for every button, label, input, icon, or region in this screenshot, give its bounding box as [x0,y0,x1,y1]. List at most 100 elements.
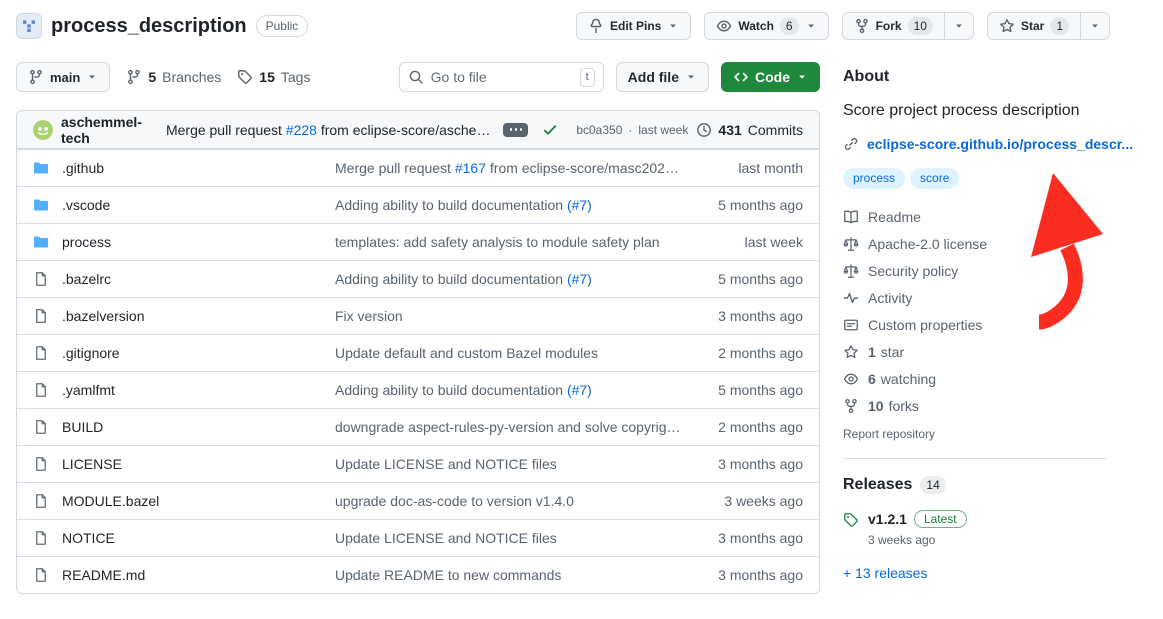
commit-message-cell[interactable]: Merge pull request #167 from eclipse-sco… [335,160,685,176]
caret-down-icon [1089,20,1101,32]
search-icon [408,69,424,85]
commit-message-cell[interactable]: Update README to new commands [335,567,685,583]
file-link[interactable]: .gitignore [62,345,120,361]
table-row[interactable]: .gitignore Update default and custom Baz… [17,334,819,371]
branch-selector[interactable]: main [16,62,110,92]
caret-down-icon [685,71,697,83]
about-description: Score project process description [843,100,1107,122]
releases-title[interactable]: Releases [843,476,912,494]
branches-count: 5 [148,69,156,85]
file-link[interactable]: MODULE.bazel [62,493,159,509]
commit-message-cell[interactable]: upgrade doc-as-code to version v1.4.0 [335,493,685,509]
commits-count: 431 [718,122,741,138]
fork-dropdown-button[interactable] [944,12,974,40]
file-link[interactable]: .bazelrc [62,271,111,287]
table-row[interactable]: .yamlfmt Adding ability to build documen… [17,371,819,408]
commit-meta: bc0a350 · last week [576,123,688,137]
watchers-link[interactable]: 6 watching [843,371,1107,387]
commit-message-cell[interactable]: Adding ability to build documentation (#… [335,382,685,398]
repo-avatar[interactable] [16,13,42,39]
commit-message-cell[interactable]: downgrade aspect-rules-py-version and so… [335,419,685,435]
custom-properties-link[interactable]: Custom properties [843,317,1107,333]
readme-link[interactable]: Readme [843,209,1107,225]
go-to-file-box[interactable]: t [399,62,604,92]
table-row[interactable]: process templates: add safety analysis t… [17,223,819,260]
table-row[interactable]: .bazelversion Fix version 3 months ago [17,297,819,334]
fork-button-group: Fork 10 [842,12,974,40]
table-row[interactable]: .github Merge pull request #167 from ecl… [17,149,819,186]
message-text: Fix version [335,308,403,324]
commits-history-link[interactable]: 431 Commits [696,122,803,138]
table-row[interactable]: LICENSE Update LICENSE and NOTICE files … [17,445,819,482]
branches-link[interactable]: 5 Branches [126,69,221,85]
website-link[interactable]: eclipse-score.github.io/process_descr... [867,136,1133,152]
tags-link[interactable]: 15 Tags [237,69,310,85]
commit-hash-link[interactable]: bc0a350 [576,123,622,137]
security-policy-link[interactable]: Security policy [843,263,1107,279]
commit-message-cell[interactable]: Adding ability to build documentation (#… [335,271,685,287]
repo-name[interactable]: process_description [51,15,247,38]
kebab-icon[interactable] [503,123,528,137]
file-link[interactable]: .vscode [62,197,110,213]
file-link[interactable]: .yamlfmt [62,382,115,398]
code-icon [733,69,749,85]
star-icon [843,344,859,360]
star-button[interactable]: Star 1 [987,12,1081,40]
file-icon [33,456,49,472]
topic-tag[interactable]: score [910,168,959,188]
commit-message-cell[interactable]: Update LICENSE and NOTICE files [335,456,685,472]
stars-link[interactable]: 1 star [843,344,1107,360]
file-link[interactable]: .bazelversion [62,308,145,324]
table-row[interactable]: NOTICE Update LICENSE and NOTICE files 3… [17,519,819,556]
commit-message-cell[interactable]: Update LICENSE and NOTICE files [335,530,685,546]
forks-link[interactable]: 10 forks [843,398,1107,414]
license-link[interactable]: Apache-2.0 license [843,236,1107,252]
file-link[interactable]: LICENSE [62,456,122,472]
commit-message-cell[interactable]: Fix version [335,308,685,324]
activity-link[interactable]: Activity [843,290,1107,306]
commit-message-cell[interactable]: Adding ability to build documentation (#… [335,197,685,213]
commit-message[interactable]: Merge pull request #228 from eclipse-sco… [166,122,495,138]
topic-tag[interactable]: process [843,168,905,188]
file-link[interactable]: README.md [62,567,145,583]
tag-icon [237,69,253,85]
table-row[interactable]: README.md Update README to new commands … [17,556,819,593]
commit-author-link[interactable]: aschemmel-tech [61,114,158,146]
table-row[interactable]: .vscode Adding ability to build document… [17,186,819,223]
fork-button[interactable]: Fork 10 [842,12,945,40]
report-repository-link[interactable]: Report repository [843,427,1107,441]
commit-author-avatar[interactable] [33,120,53,140]
star-dropdown-button[interactable] [1080,12,1110,40]
folder-icon [33,160,49,176]
go-to-file-input[interactable] [431,69,573,85]
watch-button[interactable]: Watch 6 [704,12,828,40]
commits-label: Commits [748,122,803,138]
file-link[interactable]: process [62,234,111,250]
code-button[interactable]: Code [721,62,820,92]
table-row[interactable]: .bazelrc Adding ability to build documen… [17,260,819,297]
message-pr-link[interactable]: #167 [455,160,486,176]
latest-commit-bar: aschemmel-tech Merge pull request #228 f… [17,111,819,149]
add-file-label: Add file [628,69,679,85]
more-releases-link[interactable]: + 13 releases [843,565,927,581]
star-button-group: Star 1 [987,12,1110,40]
file-link[interactable]: NOTICE [62,530,115,546]
table-row[interactable]: MODULE.bazel upgrade doc-as-code to vers… [17,482,819,519]
table-row[interactable]: BUILD downgrade aspect-rules-py-version … [17,408,819,445]
message-pr-link[interactable]: (#7) [567,197,592,213]
message-pr-link[interactable]: (#7) [567,271,592,287]
add-file-button[interactable]: Add file [616,62,709,92]
latest-release[interactable]: v1.2.1 Latest 3 weeks ago [843,510,1107,547]
file-link[interactable]: .github [62,160,104,176]
edit-pins-button[interactable]: Edit Pins [576,12,691,40]
commit-message-cell[interactable]: templates: add safety analysis to module… [335,234,685,250]
watch-count: 6 [780,17,799,35]
file-icon [33,271,49,287]
forks-count: 10 [868,398,884,414]
commit-message-cell[interactable]: Update default and custom Bazel modules [335,345,685,361]
fork-count: 10 [908,17,933,35]
file-link[interactable]: BUILD [62,419,103,435]
message-pr-link[interactable]: (#7) [567,382,592,398]
commit-pr-link[interactable]: #228 [286,122,317,138]
check-icon[interactable] [542,122,558,138]
